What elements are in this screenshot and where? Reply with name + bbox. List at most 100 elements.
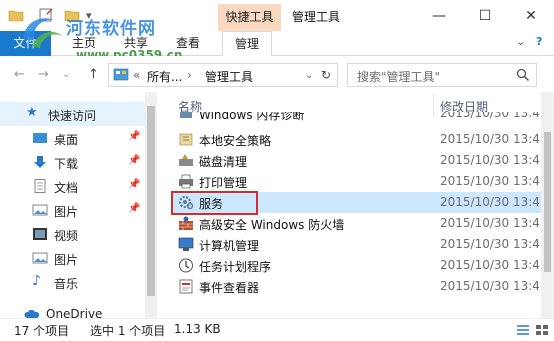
- ribbon-tabs: 文件 主页 共享 查看 管理 ⌄ ?: [0, 31, 554, 57]
- file-name: Windows 内存诊断: [199, 112, 305, 122]
- properties-icon[interactable]: [38, 8, 54, 22]
- breadcrumb-all[interactable]: 所有...: [147, 68, 182, 85]
- file-row[interactable]: 磁盘清理 2015/10/30 13:4: [172, 150, 554, 171]
- sidebar-item-label: 下载: [54, 157, 79, 171]
- sidebar-item-videos[interactable]: 视频: [0, 222, 148, 246]
- security-policy-icon: [179, 133, 193, 146]
- event-viewer-icon: [179, 279, 193, 294]
- memory-diagnostic-icon: [180, 112, 192, 118]
- file-row[interactable]: 计算机管理 2015/10/30 13:4: [172, 234, 554, 255]
- file-name: 本地安全策略: [199, 134, 272, 148]
- title-bar: ▾ 快捷工具 管理工具 — ☐ ✕: [0, 0, 554, 31]
- address-bar[interactable]: « 所有... › 管理工具 ⌄ ↻: [108, 63, 338, 87]
- maximize-button[interactable]: ☐: [462, 0, 508, 31]
- printer-icon: [179, 174, 193, 189]
- recent-dropdown-icon[interactable]: ⌄: [62, 69, 70, 80]
- file-date: 2015/10/30 13:4: [440, 112, 540, 120]
- scrollbar-thumb[interactable]: [147, 106, 155, 296]
- download-icon: [34, 156, 46, 168]
- disk-cleanup-icon: [179, 154, 193, 166]
- file-name: 高级安全 Windows 防火墙: [199, 218, 345, 232]
- file-row[interactable]: 打印管理 2015/10/30 13:4: [172, 171, 554, 192]
- sidebar-item-label: 快速访问: [48, 109, 97, 123]
- window-title: 管理工具: [292, 10, 341, 24]
- tab-file[interactable]: 文件: [0, 31, 51, 56]
- new-folder-icon[interactable]: [64, 8, 80, 22]
- up-arrow-icon[interactable]: ↑: [88, 67, 99, 82]
- minimize-button[interactable]: —: [416, 0, 462, 31]
- pin-icon[interactable]: 📌: [128, 179, 140, 190]
- sidebar-item-label: 视频: [54, 229, 79, 243]
- refresh-icon[interactable]: ↻: [321, 68, 331, 82]
- sidebar-item-label: 图片: [54, 253, 79, 267]
- forward-arrow-icon[interactable]: →: [38, 67, 49, 82]
- music-icon: ♪: [32, 273, 41, 289]
- computer-management-icon: [178, 237, 194, 251]
- task-scheduler-icon: [179, 258, 193, 273]
- star-icon: ★: [26, 105, 38, 120]
- details-view-icon[interactable]: [516, 324, 530, 336]
- scrollbar-thumb[interactable]: [544, 132, 551, 272]
- file-row[interactable]: 本地安全策略 2015/10/30 13:4: [172, 129, 554, 150]
- sidebar-item-music[interactable]: ♪ 音乐: [0, 270, 148, 294]
- close-button[interactable]: ✕: [508, 0, 554, 31]
- sidebar-item-desktop[interactable]: 桌面 📌: [0, 126, 148, 150]
- picture-icon: [32, 204, 48, 216]
- selection-count: 选中 1 个项目: [90, 324, 166, 338]
- address-overflow[interactable]: «: [133, 68, 140, 82]
- file-row[interactable]: 事件查看器 2015/10/30 13:4: [172, 276, 554, 297]
- annotation-highlight-box: [171, 191, 258, 215]
- sidebar-item-label: 桌面: [54, 133, 79, 147]
- tab-manage[interactable]: 管理: [222, 31, 273, 57]
- pin-icon[interactable]: 📌: [128, 203, 140, 214]
- search-icon[interactable]: [516, 68, 530, 82]
- breadcrumb-separator-icon[interactable]: ›: [187, 68, 192, 82]
- pin-icon[interactable]: 📌: [128, 131, 140, 142]
- video-icon: [33, 228, 47, 240]
- file-date: 2015/10/30 13:4: [440, 216, 540, 230]
- file-row[interactable]: 任务计划程序 2015/10/30 13:4: [172, 255, 554, 276]
- sidebar-item-quick-access[interactable]: ★ 快速访问: [0, 102, 148, 126]
- file-row[interactable]: 高级安全 Windows 防火墙 2015/10/30 13:4: [172, 213, 554, 234]
- nav-pane-scrollbar[interactable]: [145, 92, 157, 318]
- tab-view[interactable]: 查看: [176, 31, 200, 56]
- file-name: 打印管理: [199, 176, 248, 190]
- sidebar-item-label: 图片: [54, 205, 79, 219]
- quick-access-dropdown-icon[interactable]: ▾: [86, 9, 92, 22]
- address-dropdown-icon[interactable]: ⌄: [305, 70, 313, 81]
- ribbon-expand-icon[interactable]: ⌄: [516, 35, 525, 48]
- sidebar-item-label: 音乐: [54, 277, 79, 291]
- sidebar-item-pictures[interactable]: 图片 📌: [0, 198, 148, 222]
- file-date: 2015/10/30 13:4: [440, 132, 540, 146]
- large-icons-view-icon[interactable]: [535, 324, 549, 336]
- search-input[interactable]: 搜索"管理工具": [347, 63, 537, 87]
- navigation-pane: ★ 快速访问 桌面 📌 下载 📌 文档 📌 图片 📌 视频 图片 ♪ 音乐 On…: [0, 92, 158, 321]
- back-arrow-icon[interactable]: ←: [14, 67, 25, 82]
- breadcrumb-admin-tools[interactable]: 管理工具: [205, 68, 253, 85]
- file-date: 2015/10/30 13:4: [440, 279, 540, 293]
- address-row: ← → ⌄ ↑ « 所有... › 管理工具 ⌄ ↻ 搜索"管理工具": [0, 56, 554, 92]
- sidebar-item-downloads[interactable]: 下载 📌: [0, 150, 148, 174]
- firewall-icon: [179, 216, 193, 230]
- tab-share[interactable]: 共享: [124, 31, 148, 56]
- document-icon: [34, 179, 46, 193]
- help-icon[interactable]: ?: [536, 35, 542, 48]
- item-count: 17 个项目: [14, 324, 70, 338]
- pin-icon[interactable]: 📌: [128, 155, 140, 166]
- tab-context-tools[interactable]: 快捷工具: [218, 4, 281, 31]
- selection-size: 1.13 KB: [174, 322, 221, 336]
- status-bar: 17 个项目 选中 1 个项目 1.13 KB: [0, 318, 554, 341]
- file-row[interactable]: Windows 内存诊断 2015/10/30 13:4: [172, 112, 554, 124]
- folder-icon[interactable]: [8, 8, 24, 22]
- file-date: 2015/10/30 13:4: [440, 153, 540, 167]
- tab-home[interactable]: 主页: [72, 31, 96, 56]
- control-panel-icon: [113, 68, 129, 81]
- file-list-scrollbar[interactable]: [541, 92, 554, 318]
- file-name: 事件查看器: [199, 281, 260, 295]
- file-name: 计算机管理: [199, 239, 260, 253]
- sidebar-item-label: 文档: [54, 181, 79, 195]
- file-date: 2015/10/30 13:4: [440, 174, 540, 188]
- search-placeholder: 搜索"管理工具": [357, 70, 441, 84]
- sidebar-item-pictures-2[interactable]: 图片: [0, 246, 148, 270]
- sidebar-item-documents[interactable]: 文档 📌: [0, 174, 148, 198]
